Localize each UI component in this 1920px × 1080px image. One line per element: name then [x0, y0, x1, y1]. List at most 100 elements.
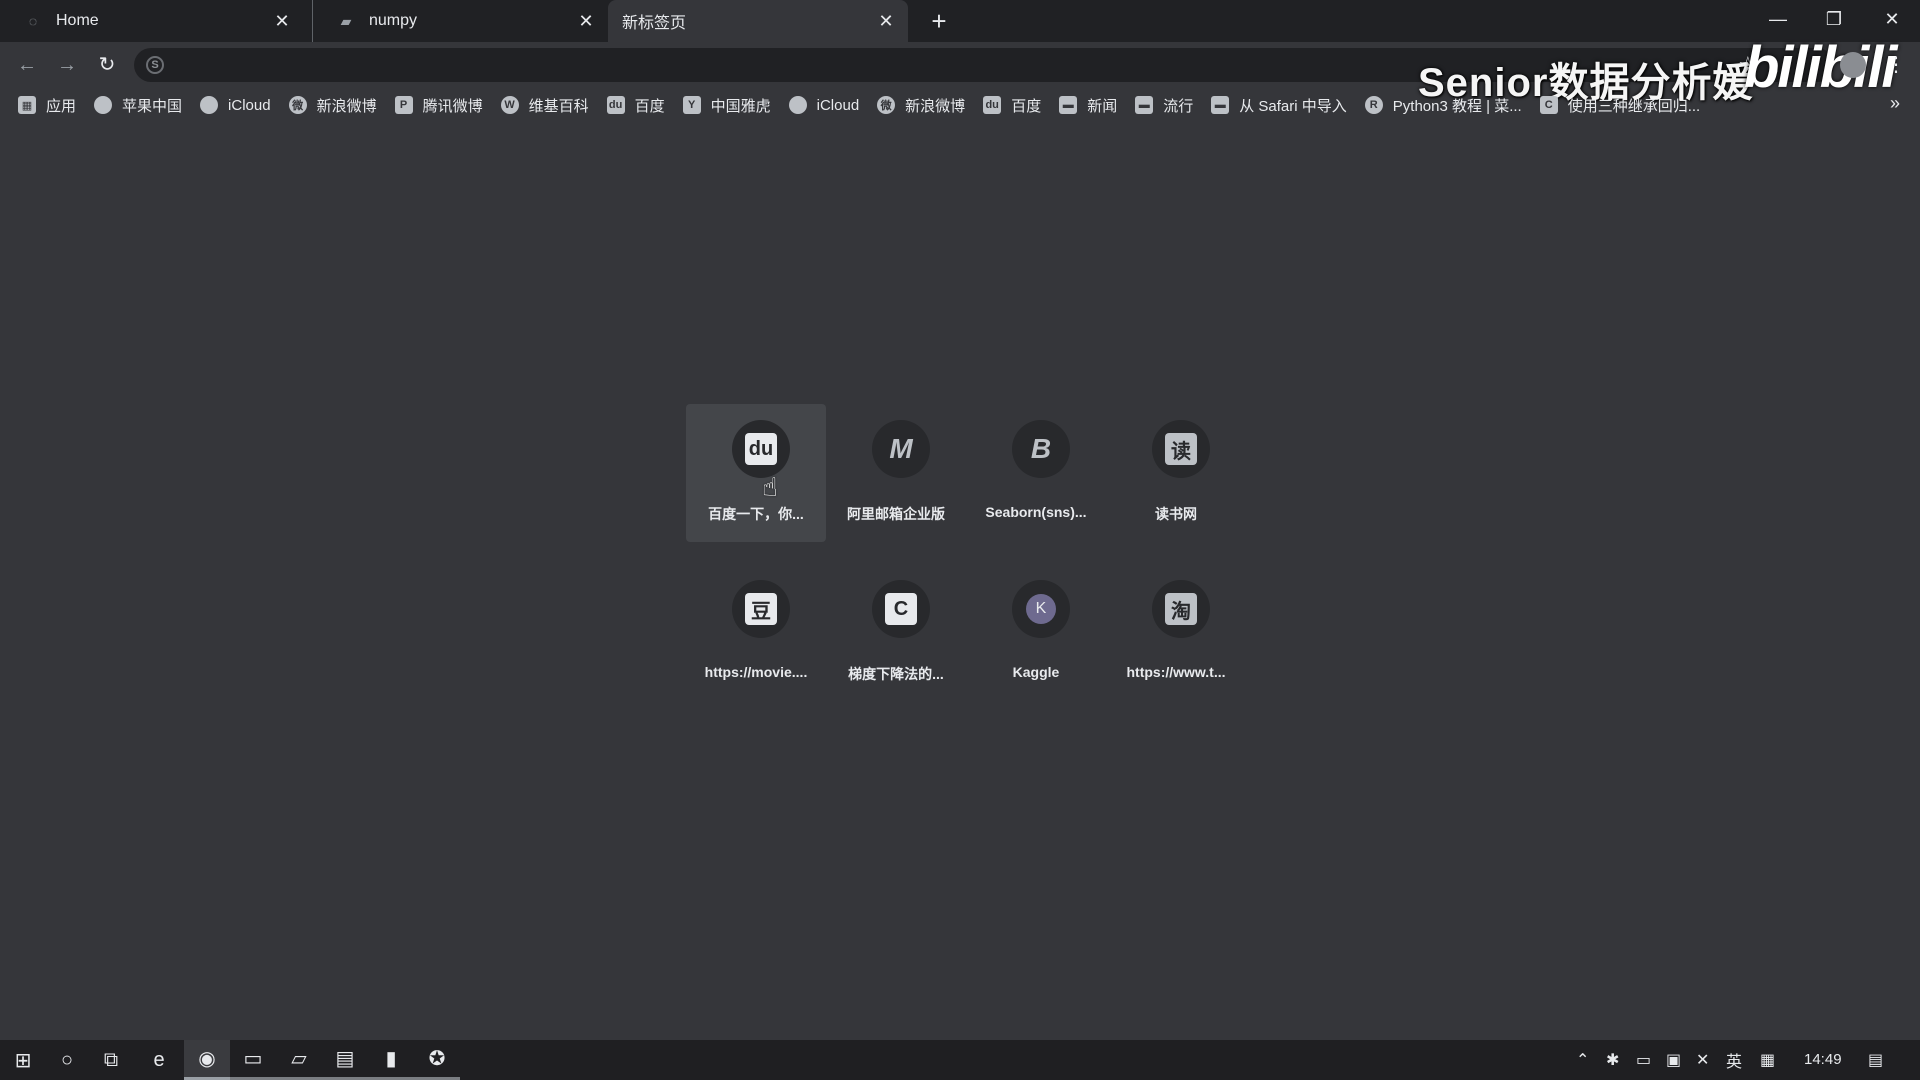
bookmark-folder-safari-import[interactable]: ▬ 从 Safari 中导入 [1211, 95, 1347, 116]
terminal-icon[interactable]: ▤ [322, 1040, 368, 1080]
bookmark-folder-news[interactable]: ▬ 新闻 [1059, 95, 1117, 116]
shortcut-label: Kaggle [1012, 664, 1060, 680]
bookmark-apps[interactable]: ▦ 应用 [18, 95, 76, 116]
shortcut-label: 梯度下降法的... [848, 666, 944, 682]
shortcut-icon-circle: M [872, 420, 930, 478]
bookmarks-overflow-chevron-icon[interactable]: » [1890, 93, 1900, 114]
taobao-icon: 淘 [1165, 593, 1197, 625]
tab-home[interactable]: ◌ Home ✕ [0, 0, 304, 42]
weibo-icon: 微 [288, 96, 307, 114]
bookmark-apple-china[interactable]: 苹果中国 [94, 95, 182, 116]
ime-grid-icon[interactable]: ▦ [1760, 1040, 1775, 1080]
shortcut-tile[interactable]: 豆 https://movie.... [686, 564, 826, 702]
tab-title: Home [56, 12, 99, 29]
apple-icon [788, 96, 807, 114]
shortcut-label: 读书网 [1155, 506, 1197, 522]
baidu-icon: du [983, 96, 1002, 114]
minimize-button[interactable]: — [1758, 4, 1798, 34]
back-button[interactable]: ← [12, 50, 42, 80]
kaggle-icon: K [1026, 594, 1056, 624]
notifications-icon[interactable]: ▤ [1868, 1040, 1883, 1080]
edge-icon[interactable]: e [136, 1040, 182, 1080]
battery-icon[interactable]: ▭ [1636, 1040, 1651, 1080]
runoob-icon: R [1364, 96, 1383, 114]
close-window-button[interactable]: ✕ [1872, 4, 1912, 34]
task-view-icon[interactable]: ⧉ [88, 1040, 134, 1080]
tab-numpy[interactable]: ▰ numpy ✕ [312, 0, 608, 42]
bookmarks-bar: ▦ 应用 苹果中国 iCloud 微新浪微博 P 腾讯微博 W 维基百科 du 百度 Y… [0, 90, 1920, 120]
shortcut-tile[interactable]: 淘 https://www.t... [1106, 564, 1246, 702]
shortcut-icon-circle: 读 [1152, 420, 1210, 478]
chrome-icon[interactable]: ◉ [184, 1040, 230, 1080]
network-icon[interactable]: ▣ [1666, 1040, 1681, 1080]
apple-icon [94, 96, 113, 114]
bookmark-baidu[interactable]: du 百度 [606, 95, 665, 116]
close-icon[interactable]: ✕ [874, 11, 898, 32]
csdn-icon: C [1539, 96, 1558, 114]
shortcut-tile[interactable]: K Kaggle [966, 564, 1106, 702]
bookmark-sina-weibo-2[interactable]: 微新浪微博 [877, 95, 965, 116]
shortcut-tile[interactable]: du 百度一下，你... [686, 404, 826, 542]
forward-button[interactable]: → [52, 50, 82, 80]
folder-icon: ▬ [1059, 96, 1078, 114]
bookmark-icloud-2[interactable]: iCloud [788, 96, 859, 114]
csdn-icon: C [885, 593, 917, 625]
browser-app-icon[interactable]: ✪ [414, 1040, 460, 1080]
shortcut-tile[interactable]: B Seaborn(sns)... [966, 404, 1106, 542]
profile-avatar[interactable] [1840, 52, 1866, 78]
new-tab-button[interactable]: + [924, 6, 954, 36]
shortcut-icon-circle: K [1012, 580, 1070, 638]
shortcut-icon-circle: du [732, 420, 790, 478]
bookmark-icloud[interactable]: iCloud [200, 96, 271, 114]
shortcut-tile[interactable]: C 梯度下降法的... [826, 564, 966, 702]
document-app-icon[interactable]: ▮ [368, 1040, 414, 1080]
tab-new-tab[interactable]: 新标签页 ✕ [608, 0, 908, 42]
bookmark-sina-weibo[interactable]: 微新浪微博 [288, 95, 377, 116]
shortcut-label: Seaborn(sns)... [985, 504, 1087, 520]
bookmark-python3-tutorial[interactable]: R Python3 教程 | 菜... [1364, 95, 1522, 116]
bookmark-wikipedia[interactable]: W 维基百科 [500, 95, 589, 116]
tab-title: 新标签页 [622, 15, 687, 32]
menu-icon[interactable]: ⋮ [1886, 52, 1906, 77]
yahoo-icon: Y [682, 96, 701, 114]
shortcut-tile[interactable]: 读 读书网 [1106, 404, 1246, 542]
page-icon: ▰ [340, 12, 352, 29]
shortcut-label: 阿里邮箱企业版 [847, 506, 945, 522]
dushu-icon: 读 [1165, 433, 1197, 465]
close-icon[interactable]: ✕ [574, 11, 598, 32]
hand-cursor-icon: ☝ [762, 472, 778, 502]
tab-title: numpy [369, 12, 418, 29]
bookmark-yahoo-china[interactable]: Y 中国雅虎 [682, 95, 771, 116]
close-icon[interactable]: ✕ [270, 11, 294, 32]
folder-icon: ▬ [1211, 96, 1230, 114]
shortcut-icon-circle: B [1012, 420, 1070, 478]
bookmark-tencent-weibo[interactable]: P 腾讯微博 [394, 95, 483, 116]
globe-icon: W [500, 96, 519, 114]
shortcut-icon-circle: 淘 [1152, 580, 1210, 638]
bookmark-folder-popular[interactable]: ▬ 流行 [1135, 95, 1193, 116]
restore-button[interactable]: ❐ [1814, 4, 1854, 34]
baidu-icon: du [745, 433, 777, 465]
tray-app-icon[interactable]: ✱ [1606, 1040, 1619, 1080]
shortcut-tile[interactable]: M 阿里邮箱企业版 [826, 404, 966, 542]
windows-start-icon[interactable]: ⊞ [0, 1040, 46, 1080]
shortcuts-grid: du 百度一下，你... M 阿里邮箱企业版 B Seaborn(sns)...… [686, 404, 1246, 724]
shortcut-icon-circle: 豆 [732, 580, 790, 638]
shortcut-icon-circle: C [872, 580, 930, 638]
file-explorer-icon[interactable]: ▭ [230, 1040, 276, 1080]
shortcut-label: https://movie.... [704, 664, 808, 680]
search-circle-icon[interactable]: ○ [44, 1040, 90, 1080]
address-input[interactable] [178, 48, 1382, 84]
baidu-icon: du [606, 96, 625, 114]
bookmark-regression-article[interactable]: C 使用三种继承回归... [1539, 95, 1700, 116]
shortcut-label: 百度一下，你... [708, 506, 804, 522]
shortcut-label: https://www.t... [1126, 664, 1226, 680]
volume-muted-icon[interactable]: ✕ [1696, 1040, 1709, 1080]
notes-app-icon[interactable]: ▱ [276, 1040, 322, 1080]
folder-icon: ▬ [1135, 96, 1154, 114]
ime-indicator[interactable]: 英 [1726, 1040, 1742, 1080]
taskbar-clock[interactable]: 14:49 [1804, 1040, 1842, 1080]
reload-button[interactable]: ↻ [92, 50, 122, 80]
show-hidden-icons-chevron-icon[interactable]: ⌃ [1576, 1040, 1589, 1080]
bookmark-baidu-2[interactable]: du 百度 [983, 95, 1041, 116]
